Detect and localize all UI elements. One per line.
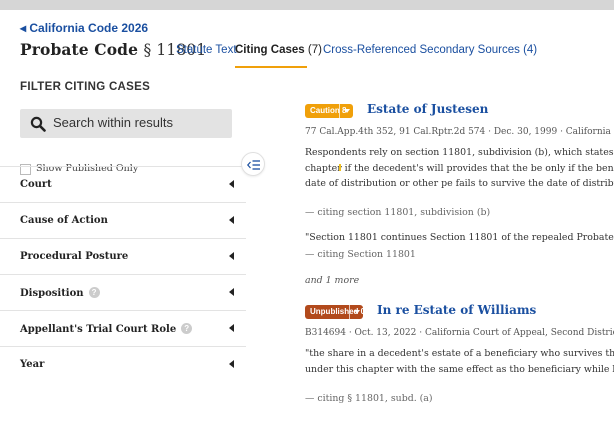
- caret-left-icon: [229, 180, 234, 188]
- collapse-list-icon: [247, 160, 260, 170]
- facet-procedural-posture[interactable]: Procedural Posture: [0, 238, 246, 274]
- results-list: Caution 8 Estate of Justesen 77 Cal.App.…: [305, 70, 614, 423]
- citing-reference: — citing Section 11801: [305, 249, 416, 260]
- case-citation-meta: 77 Cal.App.4th 352, 91 Cal.Rptr.2d 574 ·…: [305, 127, 614, 137]
- case-name-link[interactable]: In re Estate of Williams: [377, 303, 536, 317]
- browser-top-strip: [0, 0, 614, 10]
- page-header: ◂ California Code 2026 Probate Code § 11…: [0, 10, 614, 70]
- filter-title: FILTER CITING CASES: [20, 81, 151, 93]
- caret-left-icon: [229, 360, 234, 368]
- caret-left-icon: [229, 216, 234, 224]
- caret-left-icon: [229, 288, 234, 296]
- facet-cause-of-action[interactable]: Cause of Action: [0, 202, 246, 238]
- facet-label: Procedural Posture: [20, 251, 129, 262]
- help-icon[interactable]: ?: [88, 287, 100, 298]
- tab-citing-cases-count: (7): [307, 44, 322, 56]
- case-quote: Respondents rely on section 11801, subdi…: [305, 147, 614, 189]
- tab-citing-cases[interactable]: Citing Cases (7): [235, 44, 322, 56]
- title-code: Probate Code: [20, 40, 139, 59]
- citing-reference: — citing § 11801, subd. (a): [305, 393, 433, 404]
- facet-year[interactable]: Year: [0, 346, 246, 382]
- breadcrumb-label: California Code 2026: [29, 21, 149, 35]
- facet-label: Cause of Action: [20, 215, 108, 226]
- caret-left-icon: [229, 252, 234, 260]
- tab-statute-text[interactable]: Statute Text: [176, 44, 237, 56]
- caution-badge[interactable]: Caution 8: [305, 104, 353, 118]
- filter-sidebar: FILTER CITING CASES Search within result…: [0, 70, 246, 423]
- unpublished-badge[interactable]: Unpublished 0: [305, 305, 365, 319]
- search-input[interactable]: Search within results: [20, 109, 232, 138]
- help-icon[interactable]: ?: [181, 323, 193, 334]
- tab-cross-referenced-sources[interactable]: Cross-Referenced Secondary Sources (4): [323, 44, 537, 56]
- collapse-sidebar-button[interactable]: [241, 152, 265, 176]
- facet-disposition[interactable]: Disposition?: [0, 274, 246, 310]
- case-quote: "Section 11801 continues Section 11801 o…: [305, 232, 614, 243]
- case-citation-meta: B314694 · Oct. 13, 2022 · California Cou…: [305, 328, 614, 338]
- facet-label: Disposition?: [20, 287, 100, 299]
- facet-appellant-trial-court-role[interactable]: Appellant's Trial Court Role?: [0, 310, 246, 346]
- facet-label: Appellant's Trial Court Role?: [20, 323, 193, 335]
- search-placeholder: Search within results: [53, 115, 173, 130]
- chevron-left-icon: ◂: [20, 21, 30, 35]
- case-quote: "the share in a decedent's estate of a b…: [305, 348, 614, 375]
- text-cursor-marker: [339, 164, 341, 171]
- caret-left-icon: [229, 324, 234, 332]
- tab-citing-cases-label: Citing Cases: [235, 44, 305, 56]
- case-name-link[interactable]: Estate of Justesen: [367, 102, 488, 116]
- search-icon: [30, 116, 46, 132]
- facet-label: Year: [20, 359, 45, 370]
- active-tab-indicator: [235, 66, 307, 68]
- dropdown-caret-icon: [349, 305, 363, 319]
- citing-reference: — citing section 11801, subdivision (b): [305, 207, 491, 218]
- dropdown-caret-icon: [339, 104, 353, 118]
- facet-label: Court: [20, 179, 52, 190]
- more-citations-link[interactable]: and 1 more: [305, 275, 359, 286]
- breadcrumb-link[interactable]: ◂ California Code 2026: [20, 21, 148, 35]
- facet-court[interactable]: Court: [0, 166, 246, 202]
